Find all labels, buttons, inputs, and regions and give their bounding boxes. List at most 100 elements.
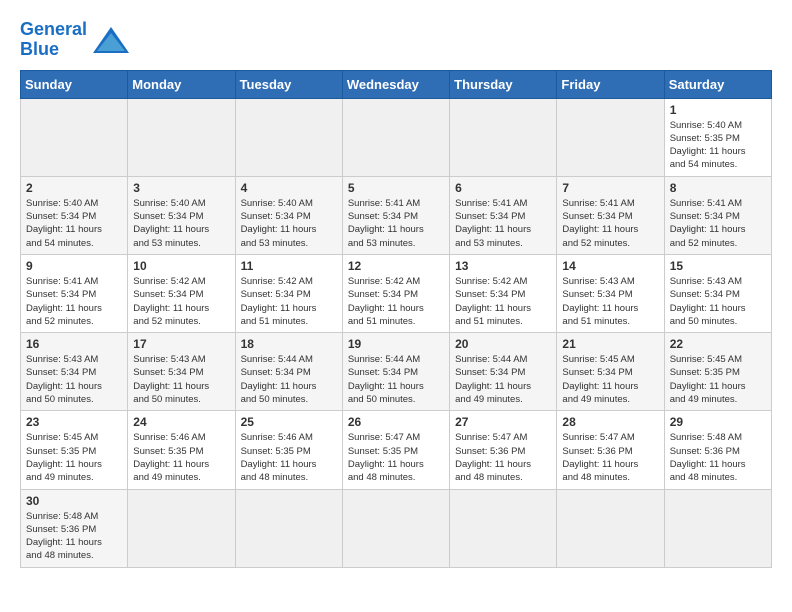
day-info: Sunrise: 5:44 AM Sunset: 5:34 PM Dayligh… — [241, 353, 337, 406]
day-info: Sunrise: 5:46 AM Sunset: 5:35 PM Dayligh… — [241, 431, 337, 484]
day-info: Sunrise: 5:42 AM Sunset: 5:34 PM Dayligh… — [348, 275, 444, 328]
logo-blue: Blue — [20, 39, 59, 59]
day-number: 18 — [241, 337, 337, 351]
day-number: 14 — [562, 259, 658, 273]
calendar-cell — [128, 98, 235, 176]
calendar-cell: 13Sunrise: 5:42 AM Sunset: 5:34 PM Dayli… — [450, 254, 557, 332]
day-info: Sunrise: 5:45 AM Sunset: 5:35 PM Dayligh… — [670, 353, 766, 406]
day-info: Sunrise: 5:44 AM Sunset: 5:34 PM Dayligh… — [348, 353, 444, 406]
calendar-cell: 22 Sunrise: 5:45 AM Sunset: 5:35 PM Dayli… — [664, 333, 771, 411]
day-info: Sunrise: 5:41 AM Sunset: 5:34 PM Dayligh… — [455, 197, 551, 250]
weekday-header-friday: Friday — [557, 70, 664, 98]
day-number: 19 — [348, 337, 444, 351]
day-number: 11 — [241, 259, 337, 273]
calendar-cell: 10 Sunrise: 5:42 AM Sunset: 5:34 PM Dayli… — [128, 254, 235, 332]
logo: General Blue — [20, 20, 131, 60]
calendar-cell: 23Sunrise: 5:45 AM Sunset: 5:35 PM Dayli… — [21, 411, 128, 489]
day-number: 6 — [455, 181, 551, 195]
day-info: Sunrise: 5:41 AM Sunset: 5:34 PM Dayligh… — [348, 197, 444, 250]
calendar-week-row: 23Sunrise: 5:45 AM Sunset: 5:35 PM Dayli… — [21, 411, 772, 489]
day-info: Sunrise: 5:42 AM Sunset: 5:34 PM Dayligh… — [133, 275, 229, 328]
day-number: 8 — [670, 181, 766, 195]
calendar-cell: 11 Sunrise: 5:42 AM Sunset: 5:34 PM Dayli… — [235, 254, 342, 332]
calendar-cell: 3Sunrise: 5:40 AM Sunset: 5:34 PM Daylig… — [128, 176, 235, 254]
calendar-table: SundayMondayTuesdayWednesdayThursdayFrid… — [20, 70, 772, 568]
calendar-cell: 7 Sunrise: 5:41 AM Sunset: 5:34 PM Daylig… — [557, 176, 664, 254]
day-number: 7 — [562, 181, 658, 195]
calendar-cell: 17 Sunrise: 5:43 AM Sunset: 5:34 PM Dayli… — [128, 333, 235, 411]
calendar-cell — [557, 98, 664, 176]
day-info: Sunrise: 5:44 AM Sunset: 5:34 PM Dayligh… — [455, 353, 551, 406]
calendar-week-row: 30 Sunrise: 5:48 AM Sunset: 5:36 PM Dayli… — [21, 489, 772, 567]
day-number: 2 — [26, 181, 122, 195]
calendar-cell — [21, 98, 128, 176]
calendar-cell — [450, 489, 557, 567]
calendar-cell — [235, 489, 342, 567]
calendar-cell: 19 Sunrise: 5:44 AM Sunset: 5:34 PM Dayli… — [342, 333, 449, 411]
day-info: Sunrise: 5:41 AM Sunset: 5:34 PM Dayligh… — [562, 197, 658, 250]
calendar-cell: 24 Sunrise: 5:46 AM Sunset: 5:35 PM Dayli… — [128, 411, 235, 489]
calendar-body: 1 Sunrise: 5:40 AM Sunset: 5:35 PM Daylig… — [21, 98, 772, 567]
calendar-cell — [235, 98, 342, 176]
day-info: Sunrise: 5:40 AM Sunset: 5:34 PM Dayligh… — [26, 197, 122, 250]
weekday-header-thursday: Thursday — [450, 70, 557, 98]
calendar-cell: 4Sunrise: 5:40 AM Sunset: 5:34 PM Daylig… — [235, 176, 342, 254]
day-number: 22 — [670, 337, 766, 351]
day-number: 16 — [26, 337, 122, 351]
day-info: Sunrise: 5:47 AM Sunset: 5:36 PM Dayligh… — [562, 431, 658, 484]
calendar-cell: 26Sunrise: 5:47 AM Sunset: 5:35 PM Dayli… — [342, 411, 449, 489]
day-number: 25 — [241, 415, 337, 429]
calendar-cell: 20 Sunrise: 5:44 AM Sunset: 5:34 PM Dayli… — [450, 333, 557, 411]
day-number: 27 — [455, 415, 551, 429]
day-info: Sunrise: 5:47 AM Sunset: 5:36 PM Dayligh… — [455, 431, 551, 484]
weekday-header-monday: Monday — [128, 70, 235, 98]
day-number: 17 — [133, 337, 229, 351]
calendar-cell: 8Sunrise: 5:41 AM Sunset: 5:34 PM Daylig… — [664, 176, 771, 254]
calendar-cell: 25 Sunrise: 5:46 AM Sunset: 5:35 PM Dayli… — [235, 411, 342, 489]
day-number: 21 — [562, 337, 658, 351]
day-info: Sunrise: 5:46 AM Sunset: 5:35 PM Dayligh… — [133, 431, 229, 484]
logo-general: General — [20, 19, 87, 39]
day-info: Sunrise: 5:41 AM Sunset: 5:34 PM Dayligh… — [26, 275, 122, 328]
day-info: Sunrise: 5:40 AM Sunset: 5:35 PM Dayligh… — [670, 119, 766, 172]
day-info: Sunrise: 5:43 AM Sunset: 5:34 PM Dayligh… — [133, 353, 229, 406]
calendar-cell: 18 Sunrise: 5:44 AM Sunset: 5:34 PM Dayli… — [235, 333, 342, 411]
calendar-cell — [664, 489, 771, 567]
calendar-cell: 28 Sunrise: 5:47 AM Sunset: 5:36 PM Dayli… — [557, 411, 664, 489]
calendar-cell: 15 Sunrise: 5:43 AM Sunset: 5:34 PM Dayli… — [664, 254, 771, 332]
weekday-header-saturday: Saturday — [664, 70, 771, 98]
day-number: 20 — [455, 337, 551, 351]
day-number: 15 — [670, 259, 766, 273]
day-number: 26 — [348, 415, 444, 429]
calendar-cell: 5 Sunrise: 5:41 AM Sunset: 5:34 PM Daylig… — [342, 176, 449, 254]
day-info: Sunrise: 5:43 AM Sunset: 5:34 PM Dayligh… — [670, 275, 766, 328]
calendar-week-row: 9 Sunrise: 5:41 AM Sunset: 5:34 PM Daylig… — [21, 254, 772, 332]
day-info: Sunrise: 5:48 AM Sunset: 5:36 PM Dayligh… — [26, 510, 122, 563]
calendar-cell — [342, 489, 449, 567]
day-number: 5 — [348, 181, 444, 195]
calendar-cell: 2 Sunrise: 5:40 AM Sunset: 5:34 PM Daylig… — [21, 176, 128, 254]
calendar-cell — [450, 98, 557, 176]
day-info: Sunrise: 5:45 AM Sunset: 5:35 PM Dayligh… — [26, 431, 122, 484]
calendar-cell: 1 Sunrise: 5:40 AM Sunset: 5:35 PM Daylig… — [664, 98, 771, 176]
day-number: 1 — [670, 103, 766, 117]
logo-text: General Blue — [20, 20, 87, 60]
day-number: 10 — [133, 259, 229, 273]
calendar-cell — [342, 98, 449, 176]
calendar-cell: 9 Sunrise: 5:41 AM Sunset: 5:34 PM Daylig… — [21, 254, 128, 332]
weekday-header-tuesday: Tuesday — [235, 70, 342, 98]
day-number: 9 — [26, 259, 122, 273]
calendar-cell: 14Sunrise: 5:43 AM Sunset: 5:34 PM Dayli… — [557, 254, 664, 332]
day-number: 24 — [133, 415, 229, 429]
calendar-cell: 16Sunrise: 5:43 AM Sunset: 5:34 PM Dayli… — [21, 333, 128, 411]
calendar-week-row: 16 Sunrise: 5:43 AM Sunset: 5:34 PM Dayli… — [21, 333, 772, 411]
weekday-header-sunday: Sunday — [21, 70, 128, 98]
day-number: 28 — [562, 415, 658, 429]
day-number: 30 — [26, 494, 122, 508]
weekday-header-wednesday: Wednesday — [342, 70, 449, 98]
calendar-cell: 6 Sunrise: 5:41 AM Sunset: 5:34 PM Daylig… — [450, 176, 557, 254]
calendar-header: SundayMondayTuesdayWednesdayThursdayFrid… — [21, 70, 772, 98]
calendar-cell: 30 Sunrise: 5:48 AM Sunset: 5:36 PM Dayli… — [21, 489, 128, 567]
day-info: Sunrise: 5:40 AM Sunset: 5:34 PM Dayligh… — [133, 197, 229, 250]
day-info: Sunrise: 5:42 AM Sunset: 5:34 PM Dayligh… — [241, 275, 337, 328]
